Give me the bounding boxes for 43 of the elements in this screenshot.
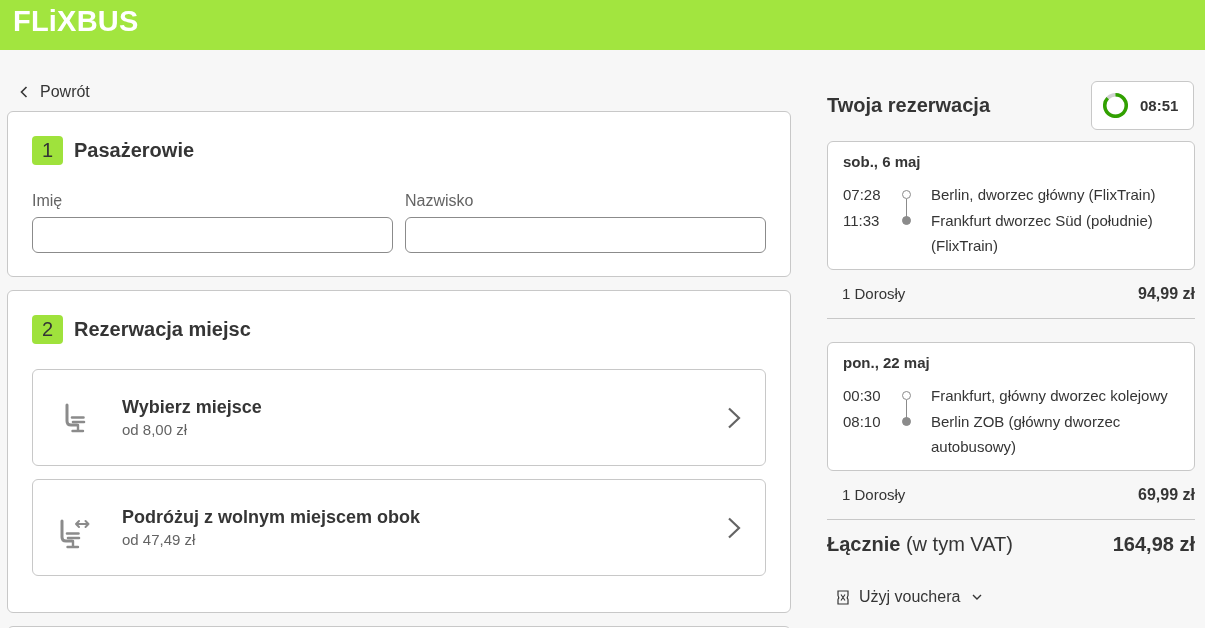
stop-time: 07:28 bbox=[843, 185, 882, 205]
option-title: Wybierz miejsce bbox=[122, 395, 263, 418]
input-field[interactable] bbox=[32, 217, 393, 253]
logo: FLiXBUS bbox=[13, 4, 139, 38]
input-field[interactable] bbox=[405, 217, 766, 253]
step-number: 2 bbox=[32, 315, 63, 344]
option-title: Podróżuj z wolnym miejscem obok bbox=[122, 505, 422, 528]
voucher-button[interactable]: Użyj vouchera bbox=[837, 587, 983, 607]
chevron-left-icon bbox=[20, 86, 28, 98]
seat-option[interactable]: Wybierz miejsce od 8,00 zł bbox=[32, 369, 766, 466]
section-title: Pasażerowie bbox=[74, 139, 195, 162]
seat-with-arrows-icon bbox=[59, 518, 90, 549]
ticket-icon bbox=[837, 589, 849, 605]
stop-time: 11:33 bbox=[843, 211, 881, 231]
stop-name: Berlin, dworzec główny (FlixTrain) bbox=[930, 185, 1157, 205]
seat-option[interactable]: Podróżuj z wolnym miejscem obok od 47,49 zł bbox=[32, 479, 766, 576]
section-title: Rezerwacja miejsc bbox=[74, 318, 251, 341]
field-label: Imię bbox=[32, 191, 64, 211]
timer-text: 08:51 bbox=[1140, 97, 1179, 114]
stop-name: Frankfurt dworzec Süd (południe) (FlixTrain) bbox=[930, 211, 1154, 256]
stop-name: Berlin ZOB (główny dworzec autobusowy) bbox=[930, 412, 1122, 457]
trip-date: pon., 22 maj bbox=[843, 353, 931, 373]
trip-price: 69,99 zł bbox=[1138, 485, 1195, 505]
passenger-count: 1 Dorosły bbox=[842, 284, 906, 304]
step-number: 1 bbox=[32, 136, 63, 165]
stop-time: 08:10 bbox=[843, 412, 882, 432]
summary-title: Twoja rezerwacja bbox=[827, 94, 991, 117]
trip-price: 94,99 zł bbox=[1138, 284, 1195, 304]
countdown-ring-icon bbox=[1103, 93, 1128, 118]
field-label: Nazwisko bbox=[405, 191, 475, 211]
total-amount: 164,98 zł bbox=[1112, 532, 1195, 557]
passenger-count: 1 Dorosły bbox=[842, 485, 906, 505]
trip-date: sob., 6 maj bbox=[843, 152, 922, 172]
stop-name: Frankfurt, główny dworzec kolejowy bbox=[930, 386, 1169, 406]
chevron-right-icon bbox=[727, 516, 741, 539]
chevron-down-icon bbox=[972, 594, 983, 600]
chevron-right-icon bbox=[727, 406, 741, 429]
stop-time: 00:30 bbox=[843, 386, 882, 406]
option-price: od 47,49 zł bbox=[122, 529, 197, 550]
option-price: od 8,00 zł bbox=[122, 419, 189, 440]
total-label: Łącznie (w tym VAT) bbox=[827, 532, 1013, 557]
seat-icon bbox=[63, 402, 86, 433]
back-link[interactable]: Powrót bbox=[20, 80, 90, 104]
